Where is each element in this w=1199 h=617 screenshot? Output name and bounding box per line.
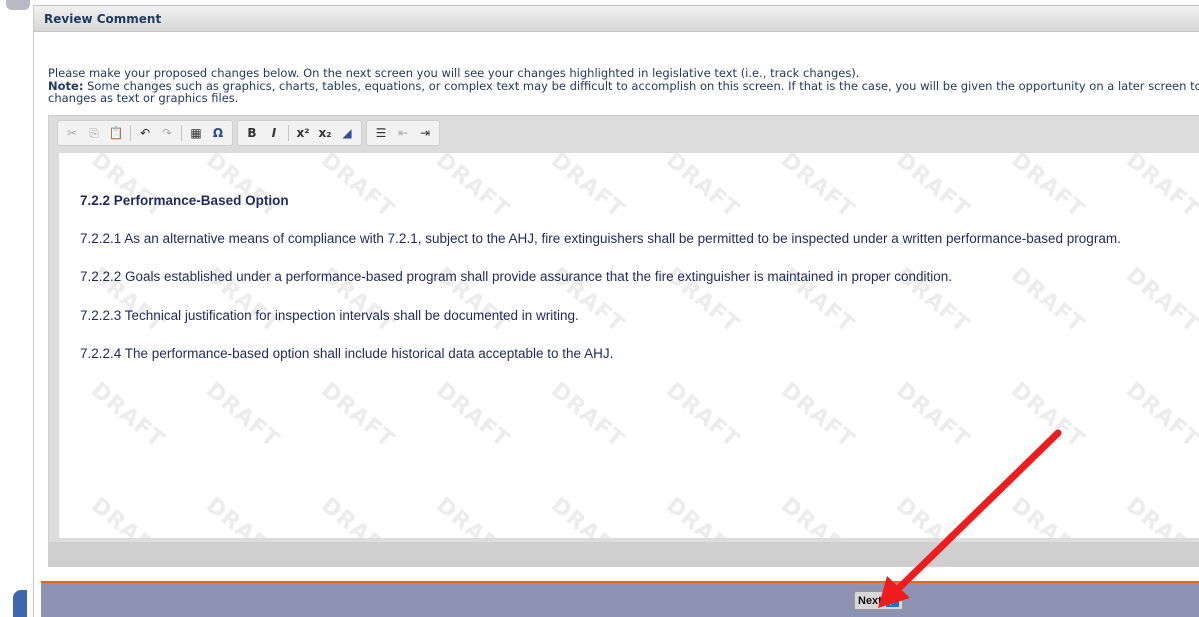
red-arrow-annotation: [878, 429, 1062, 608]
arrow-shaft: [893, 429, 1062, 594]
